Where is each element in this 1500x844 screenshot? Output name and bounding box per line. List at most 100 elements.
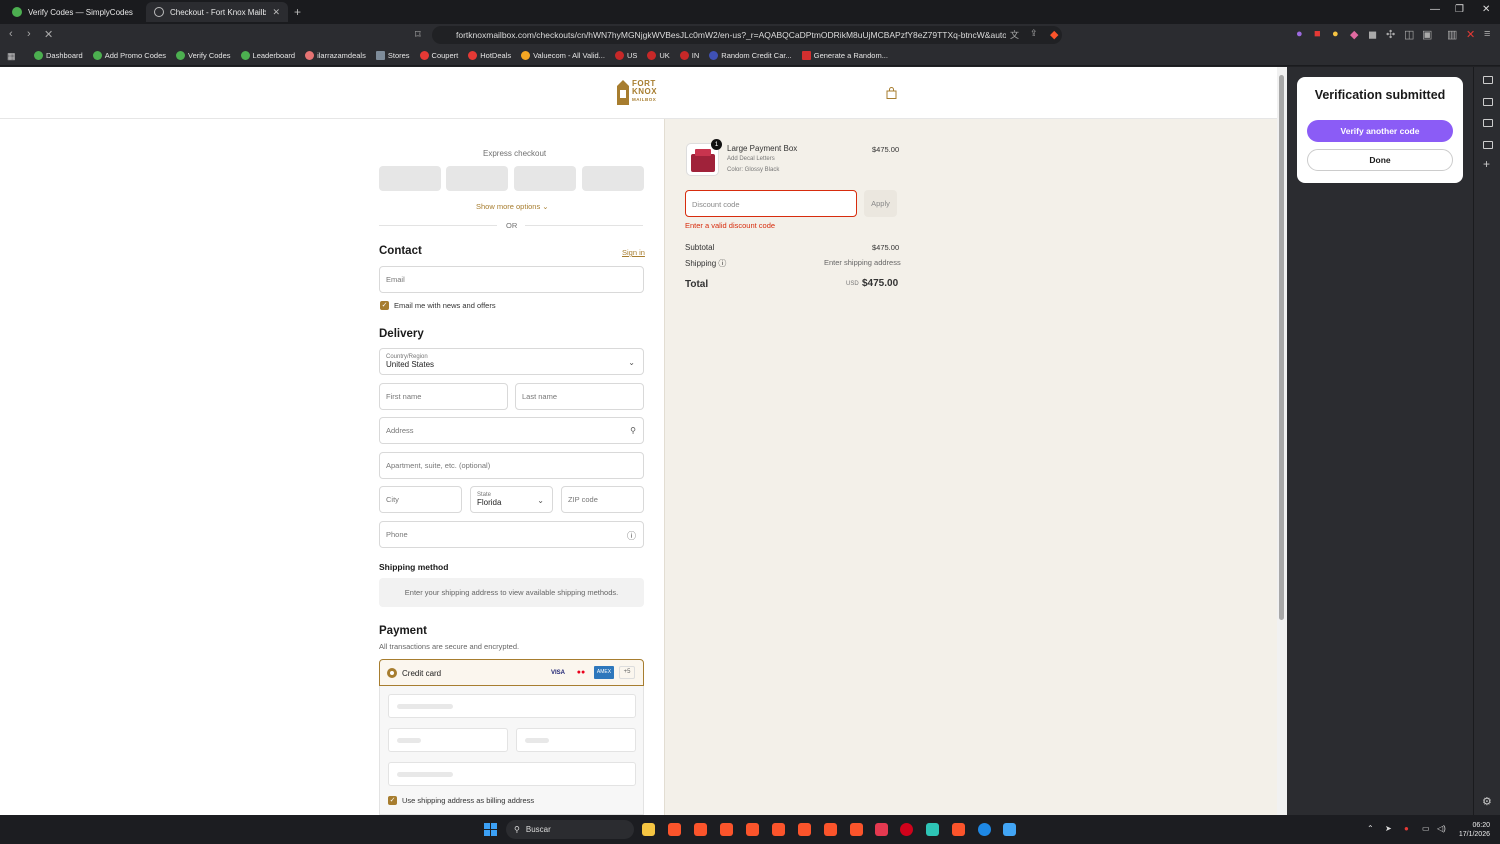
file-explorer-icon[interactable]: [642, 823, 655, 836]
windows-start-icon[interactable]: [484, 823, 497, 836]
email-field[interactable]: Email: [379, 266, 644, 293]
sidebar-history-icon[interactable]: [1483, 141, 1493, 149]
brave-shield-icon[interactable]: ◆: [1050, 28, 1058, 41]
translate-icon[interactable]: 文: [1010, 28, 1019, 41]
name-on-card-field[interactable]: [388, 762, 636, 786]
opera-icon[interactable]: [900, 823, 913, 836]
country-select[interactable]: Country/Region United States ⌄: [379, 348, 644, 375]
gear-icon[interactable]: ⚙: [1482, 795, 1492, 808]
volume-icon[interactable]: ◁): [1437, 824, 1446, 833]
taskbar-search[interactable]: ⚲ Buscar: [506, 820, 634, 839]
security-code-field[interactable]: [516, 728, 636, 752]
sidebar-bookmarks-icon[interactable]: [1483, 119, 1493, 127]
first-name-field[interactable]: First name: [379, 383, 508, 410]
extension-icon[interactable]: ■: [1314, 28, 1321, 40]
zip-code-field[interactable]: ZIP code: [561, 486, 644, 513]
tray-chevron-up-icon[interactable]: ⌃: [1367, 824, 1374, 833]
extension-icon[interactable]: ◆: [1350, 28, 1358, 41]
help-icon[interactable]: ⓘ: [627, 529, 636, 542]
express-pay-button[interactable]: [379, 166, 441, 191]
use-shipping-checkbox[interactable]: ✓: [388, 796, 397, 805]
city-field[interactable]: City: [379, 486, 462, 513]
verify-another-code-button[interactable]: Verify another code: [1307, 120, 1453, 142]
bookmark-item[interactable]: UK: [647, 51, 670, 60]
show-more-options-link[interactable]: Show more options ⌄: [476, 202, 549, 211]
bookmark-item[interactable]: Stores: [375, 51, 410, 60]
sidebar-reading-icon[interactable]: [1483, 76, 1493, 84]
brave-browser-icon[interactable]: [694, 823, 707, 836]
app-icon[interactable]: [926, 823, 939, 836]
tab-checkout[interactable]: Checkout - Fort Knox Mailbox Si ✕: [146, 2, 288, 22]
brave-browser-icon[interactable]: [824, 823, 837, 836]
forward-icon[interactable]: ›: [27, 28, 31, 40]
back-icon[interactable]: ‹: [9, 28, 13, 40]
profile-icon[interactable]: ✕: [1466, 28, 1475, 41]
restore-icon[interactable]: ❐: [1455, 4, 1464, 15]
apps-grid-icon[interactable]: ▦: [7, 51, 16, 62]
minimize-icon[interactable]: —: [1430, 4, 1440, 15]
last-name-field[interactable]: Last name: [515, 383, 644, 410]
bookmark-item[interactable]: Leaderboard: [240, 51, 295, 60]
sidebar-wallet-icon[interactable]: [1483, 98, 1493, 106]
bookmark-item[interactable]: ilarrazamdeals: [305, 51, 366, 60]
brave-browser-icon[interactable]: [772, 823, 785, 836]
done-button[interactable]: Done: [1307, 149, 1453, 171]
sidebar-toggle-icon[interactable]: ▥: [1447, 28, 1457, 41]
expiry-field[interactable]: [388, 728, 508, 752]
express-pay-button[interactable]: [446, 166, 508, 191]
network-icon[interactable]: ▭: [1422, 824, 1430, 833]
tab-list-icon[interactable]: ▣: [1422, 28, 1432, 41]
share-icon[interactable]: ⇪: [1030, 28, 1038, 39]
credit-card-option[interactable]: Credit card VISA ●● AMEX +5: [379, 659, 644, 686]
tab-verify-codes[interactable]: Verify Codes — SimplyCodes: [4, 2, 144, 22]
bookmark-item[interactable]: Generate a Random...: [801, 51, 888, 60]
express-pay-button[interactable]: [514, 166, 576, 191]
apartment-field[interactable]: Apartment, suite, etc. (optional): [379, 452, 644, 479]
bookmark-item[interactable]: Verify Codes: [176, 51, 231, 60]
url-field[interactable]: fortknoxmailbox.com/checkouts/cn/hWN7hyM…: [432, 26, 1062, 44]
address-field[interactable]: Address ⚲: [379, 417, 644, 444]
notepad-icon[interactable]: [1003, 823, 1016, 836]
state-select[interactable]: State Florida ⌄: [470, 486, 553, 513]
app-icon[interactable]: [875, 823, 888, 836]
discount-code-input[interactable]: Discount code: [685, 190, 857, 217]
shopping-bag-icon[interactable]: [886, 87, 897, 99]
stop-loading-icon[interactable]: ✕: [44, 28, 53, 41]
close-window-icon[interactable]: ✕: [1482, 4, 1490, 15]
add-sidebar-icon[interactable]: +: [1483, 157, 1490, 171]
bookmark-item[interactable]: Random Credit Car...: [709, 51, 792, 60]
apply-button[interactable]: Apply: [864, 190, 897, 217]
puzzle-extensions-icon[interactable]: ✣: [1386, 28, 1395, 41]
tray-app-icon[interactable]: ●: [1404, 824, 1409, 833]
phone-field[interactable]: Phone ⓘ: [379, 521, 644, 548]
clock[interactable]: 06:20 17/1/2026: [1456, 821, 1490, 839]
new-tab-icon[interactable]: +: [294, 5, 301, 19]
page-scrollbar[interactable]: [1277, 67, 1287, 815]
bookmark-item[interactable]: Dashboard: [34, 51, 83, 60]
sign-in-link[interactable]: Sign in: [622, 248, 645, 257]
brave-browser-icon[interactable]: [720, 823, 733, 836]
email-news-checkbox[interactable]: ✓: [380, 301, 389, 310]
split-view-icon[interactable]: ◫: [1404, 28, 1414, 41]
bookmark-item[interactable]: Add Promo Codes: [92, 51, 166, 60]
brave-browser-icon[interactable]: [952, 823, 965, 836]
extension-icon[interactable]: ●: [1296, 28, 1303, 40]
close-tab-icon[interactable]: ✕: [272, 7, 280, 18]
bookmark-item[interactable]: Valuecom - All Valid...: [521, 51, 605, 60]
brave-browser-icon[interactable]: [668, 823, 681, 836]
telegram-tray-icon[interactable]: ➤: [1385, 824, 1392, 833]
express-pay-button[interactable]: [582, 166, 644, 191]
scrollbar-thumb[interactable]: [1279, 75, 1284, 620]
bookmark-item[interactable]: HotDeals: [468, 51, 511, 60]
brave-browser-icon[interactable]: [798, 823, 811, 836]
menu-icon[interactable]: ≡: [1484, 28, 1490, 40]
bookmark-icon[interactable]: ⌑: [415, 28, 421, 41]
bookmark-item[interactable]: US: [614, 51, 637, 60]
bookmark-item[interactable]: Coupert: [419, 51, 458, 60]
card-number-field[interactable]: [388, 694, 636, 718]
bookmark-item[interactable]: IN: [679, 51, 699, 60]
edge-icon[interactable]: [978, 823, 991, 836]
extension-icon[interactable]: ◼: [1368, 28, 1377, 41]
brave-browser-icon[interactable]: [746, 823, 759, 836]
brave-browser-icon[interactable]: [850, 823, 863, 836]
